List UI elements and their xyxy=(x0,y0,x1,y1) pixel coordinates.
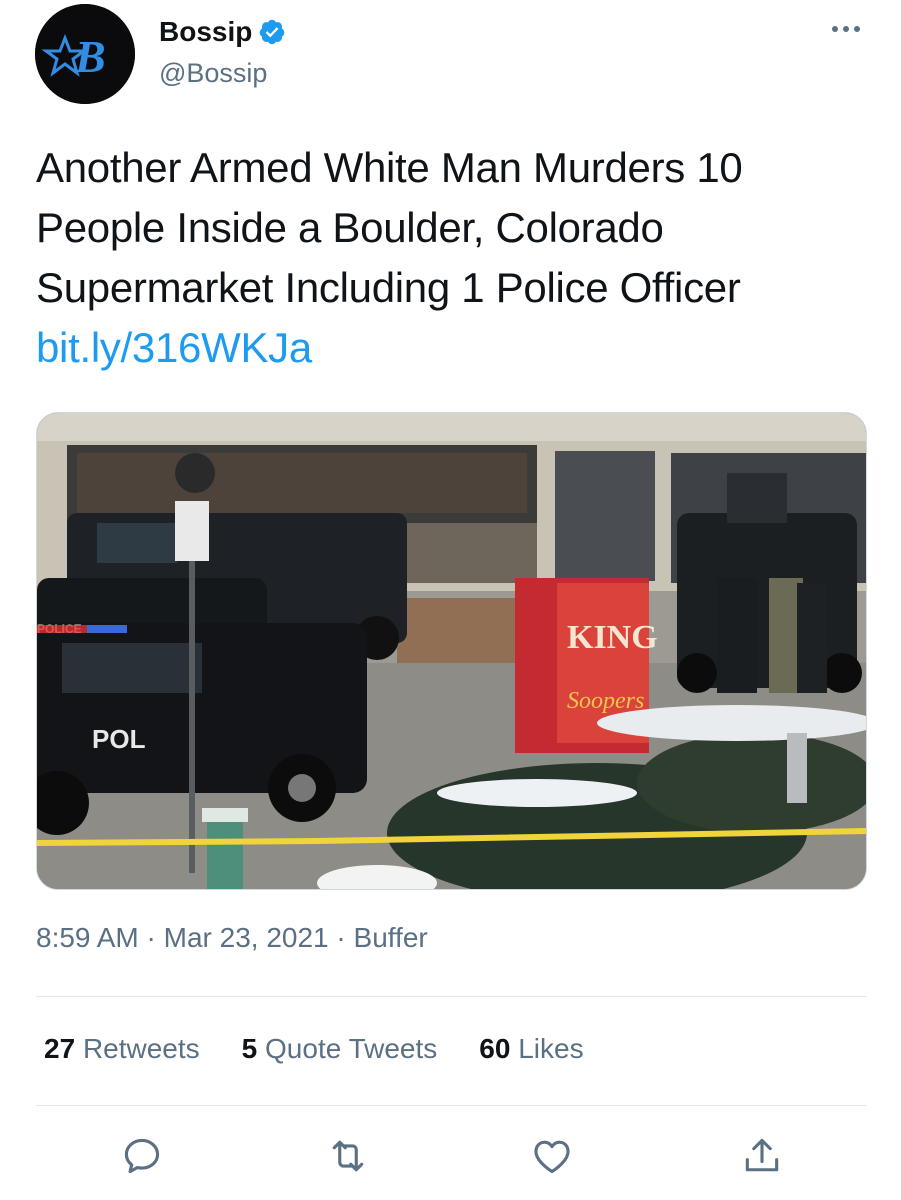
quote-tweets-stat[interactable]: 5 Quote Tweets xyxy=(242,1033,438,1065)
tweet-text: Another Armed White Man Murders 10 Peopl… xyxy=(36,138,866,378)
likes-stat[interactable]: 60 Likes xyxy=(479,1033,583,1065)
tweet-time[interactable]: 8:59 AM xyxy=(36,922,139,953)
reply-icon xyxy=(124,1138,160,1174)
share-button[interactable] xyxy=(738,1132,786,1180)
likes-label: Likes xyxy=(518,1033,584,1064)
handle[interactable]: @Bossip xyxy=(159,58,267,89)
reply-button[interactable] xyxy=(118,1132,166,1180)
sign-text: KING xyxy=(567,619,658,656)
vehicle-text: POL xyxy=(92,724,146,754)
tweet-photo[interactable]: POL POLICE KING Soopers xyxy=(36,412,867,890)
divider xyxy=(36,996,866,997)
verified-badge-icon xyxy=(260,19,285,45)
tweet-header: B Bossip @Bossip xyxy=(35,4,870,104)
bossip-logo-icon: B xyxy=(35,4,135,104)
tweet-text-line: People Inside a Boulder, Colorado xyxy=(36,204,664,251)
svg-text:B: B xyxy=(74,31,106,82)
tweet-link[interactable]: bit.ly/316WKJa xyxy=(36,318,866,378)
tweet-text-line: Another Armed White Man Murders 10 xyxy=(36,144,743,191)
retweets-count: 27 xyxy=(44,1033,76,1064)
sign-text: Soopers xyxy=(567,688,644,714)
quote-tweets-count: 5 xyxy=(241,1033,258,1064)
retweet-button[interactable] xyxy=(324,1132,372,1180)
tweet-date[interactable]: Mar 23, 2021 xyxy=(164,922,329,953)
divider xyxy=(36,1105,866,1106)
avatar[interactable]: B xyxy=(35,4,135,104)
separator: · xyxy=(146,922,156,953)
quote-tweets-label: Quote Tweets xyxy=(265,1033,438,1064)
retweets-stat[interactable]: 27 Retweets xyxy=(44,1033,200,1065)
more-options-icon[interactable] xyxy=(826,14,866,44)
likes-count: 60 xyxy=(479,1033,511,1064)
retweets-label: Retweets xyxy=(82,1033,200,1064)
tweet-actions xyxy=(0,1132,901,1180)
tweet-stats: 27 Retweets 5 Quote Tweets 60 Likes xyxy=(44,1033,626,1065)
photo-scene: POL POLICE KING Soopers xyxy=(37,413,866,889)
separator: · xyxy=(336,922,346,953)
heart-icon xyxy=(534,1140,570,1174)
tweet-source[interactable]: Buffer xyxy=(354,922,428,953)
share-icon xyxy=(745,1138,779,1172)
tweet-meta: 8:59 AM · Mar 23, 2021 · Buffer xyxy=(36,922,428,954)
tweet-text-line: Supermarket Including 1 Police Officer xyxy=(36,264,741,311)
like-button[interactable] xyxy=(528,1132,576,1180)
display-name[interactable]: Bossip xyxy=(159,16,252,48)
retweet-icon xyxy=(332,1140,364,1172)
